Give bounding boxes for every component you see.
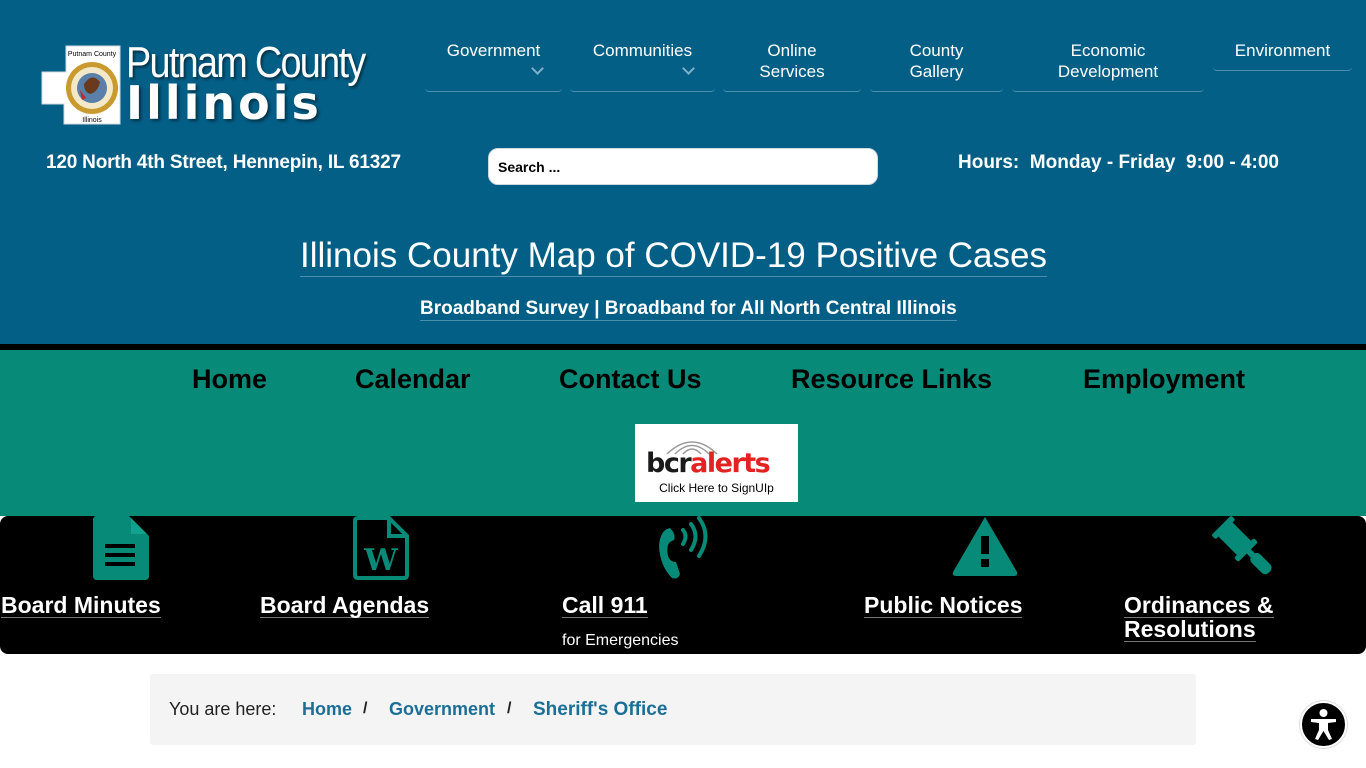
word-document-icon: W [353,516,409,580]
mainnav-resource-links[interactable]: Resource Links [791,364,992,395]
site-header: Putnam County Illinois Putnam County Ill… [0,0,1366,344]
topnav-label: Communities [592,41,693,60]
bcr-signup-caption: Click Here to SignUIp [659,481,774,495]
seal-caption-top: Putnam County [68,51,117,58]
mainnav-employment[interactable]: Employment [1083,364,1245,395]
document-icon [93,516,149,580]
topnav-communities[interactable]: Communities [570,38,715,92]
breadcrumb: You are here: Home / Government / Sherif… [150,674,1196,745]
board-minutes-link[interactable]: Board Minutes [1,593,161,618]
covid-map-link[interactable]: Illinois County Map of COVID-19 Positive… [300,236,1047,277]
phone-volume-icon [659,516,708,579]
breadcrumb-separator: / [507,700,512,717]
gavel-icon [1212,516,1272,575]
quick-links-bar: Board Minutes W Board Agendas Call 911 f… [0,516,1366,654]
logo-title-state: Illinois [126,76,322,130]
ordinances-link-line2[interactable]: Resolutions [1124,617,1256,642]
bcr-brand-dark: bcr [646,448,692,479]
main-navigation-band: Home Calendar Contact Us Resource Links … [0,350,1366,516]
breadcrumb-lead: You are here: [169,699,277,719]
bcr-alerts-logo: bcralerts [646,448,771,480]
bcr-brand-red: alerts [690,448,771,479]
search-input[interactable] [488,148,878,185]
topnav-label: Economic Development [1057,41,1159,81]
office-hours: Hours: Monday - Friday 9:00 - 4:00 [958,152,1279,173]
mainnav-calendar[interactable]: Calendar [355,364,471,395]
topnav-label: Government [446,41,541,60]
board-agendas-link[interactable]: Board Agendas [260,593,430,618]
topnav-online-services[interactable]: Online Services [723,38,861,92]
seal-caption-bottom: Illinois [82,117,102,124]
svg-text:W: W [363,543,399,578]
topnav-label: Environment [1234,41,1331,60]
topnav-label: County Gallery [909,41,964,81]
topnav-label: Online Services [759,41,825,81]
county-seal-icon: Putnam County Illinois [41,45,121,125]
site-logo[interactable]: Putnam County Illinois Putnam County Ill… [38,38,368,130]
accessibility-button[interactable] [1300,701,1347,748]
warning-icon [952,517,1018,576]
breadcrumb-separator: / [363,700,368,717]
public-notices-link[interactable]: Public Notices [864,593,1023,618]
chevron-down-icon[interactable] [682,62,695,75]
accessibility-icon [1311,709,1336,740]
breadcrumb-current: Sheriff's Office [533,699,668,720]
call-911-subtext: for Emergencies [562,632,679,649]
county-address: 120 North 4th Street, Hennepin, IL 61327 [46,152,401,173]
topnav-environment[interactable]: Environment [1213,38,1352,71]
breadcrumb-government[interactable]: Government [389,699,495,720]
call-911-link[interactable]: Call 911 [562,593,648,618]
topnav-county-gallery[interactable]: County Gallery [870,38,1003,92]
topnav-economic-development[interactable]: Economic Development [1012,38,1204,92]
broadband-survey-link[interactable]: Broadband Survey | Broadband for All Nor… [420,297,957,321]
chevron-down-icon[interactable] [531,62,544,75]
ordinances-link-line1[interactable]: Ordinances & [1124,593,1274,618]
mainnav-home[interactable]: Home [192,364,267,395]
topnav-government[interactable]: Government [425,38,562,92]
bcr-alerts-signup-banner[interactable]: bcralerts Click Here to SignUIp [635,424,798,502]
mainnav-contact-us[interactable]: Contact Us [559,364,702,395]
breadcrumb-home[interactable]: Home [302,699,352,720]
